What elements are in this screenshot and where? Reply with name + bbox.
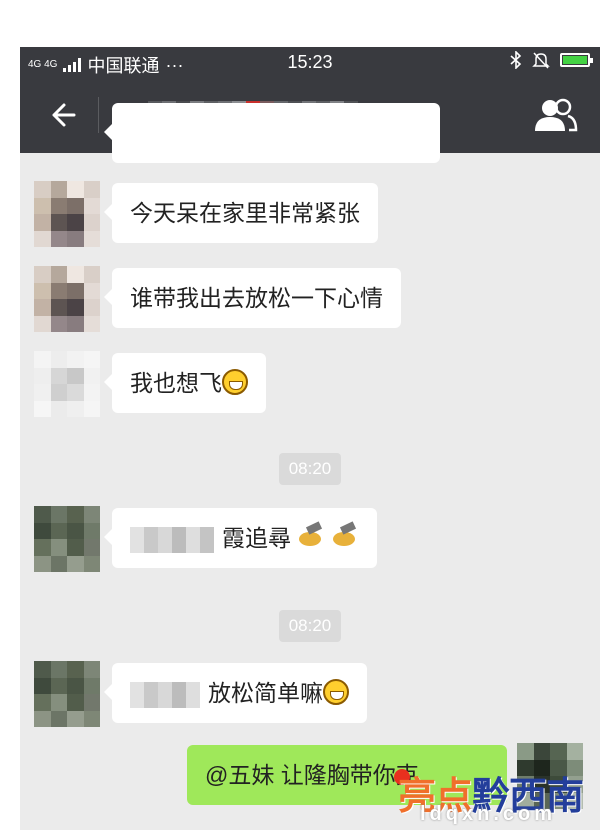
- message-text: 霞追尋: [222, 525, 291, 551]
- watermark-domain: ldqxn.com: [420, 803, 557, 825]
- status-right: [510, 51, 593, 69]
- site-watermark: 亮点黔西南 ldqxn.com: [388, 763, 600, 830]
- status-bar: 4G 4G 中国联通 ··· 15:23: [20, 47, 600, 77]
- mute-bell-icon: [532, 52, 550, 69]
- message-text: 放松简单嘛: [208, 680, 323, 706]
- message-timestamp: 08:20: [20, 453, 600, 485]
- message-bubble[interactable]: 今天呆在家里非常紧张: [104, 183, 378, 243]
- avatar[interactable]: [34, 266, 100, 332]
- mention-mosaic: [130, 681, 200, 708]
- message-text: @五妹 让隆胸带你克: [205, 762, 419, 788]
- message-text: 我也想飞: [130, 370, 222, 396]
- bluetooth-icon: [510, 51, 522, 69]
- battery-icon: [560, 53, 593, 67]
- hammer-emoji-icon: [331, 524, 359, 550]
- avatar[interactable]: [34, 351, 100, 417]
- message-timestamp: 08:20: [20, 610, 600, 642]
- message-bubble[interactable]: 霞追尋: [104, 508, 377, 568]
- message-bubble[interactable]: 我也想飞: [104, 353, 266, 413]
- timestamp-text: 08:20: [278, 453, 342, 485]
- hammer-emoji-icon: [297, 524, 325, 550]
- group-members-icon[interactable]: [532, 97, 578, 133]
- grin-emoji-icon: [222, 369, 248, 395]
- chat-message-list[interactable]: 今天呆在家里非常紧张 谁带我出去放松一下心情 我也想飞 08:20 霞追尋 08…: [20, 103, 600, 830]
- partial-message-bubble: [104, 103, 440, 163]
- grin-emoji-icon: [323, 679, 349, 705]
- phone-screen: 4G 4G 中国联通 ··· 15:23 十 今天: [20, 47, 600, 830]
- header-divider: [98, 97, 99, 133]
- avatar[interactable]: [34, 181, 100, 247]
- mention-mosaic: [130, 526, 214, 553]
- message-bubble[interactable]: 放松简单嘛: [104, 663, 367, 723]
- message-text: 今天呆在家里非常紧张: [130, 200, 360, 226]
- back-arrow-icon[interactable]: [42, 95, 82, 135]
- avatar[interactable]: [34, 506, 100, 572]
- message-text: 谁带我出去放松一下心情: [130, 285, 383, 311]
- screenshot-top-margin: [0, 0, 600, 47]
- timestamp-text: 08:20: [278, 610, 342, 642]
- message-bubble[interactable]: 谁带我出去放松一下心情: [104, 268, 401, 328]
- avatar[interactable]: [34, 661, 100, 727]
